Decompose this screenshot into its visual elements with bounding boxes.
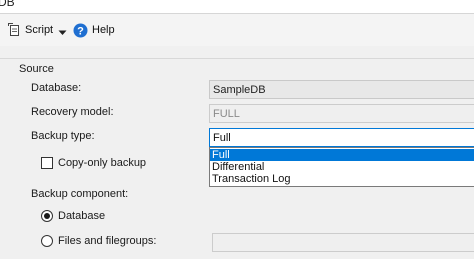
script-dropdown-button[interactable] [58,14,67,46]
backup-type-label: Backup type: [31,130,95,142]
toolbar: Script ? Help [0,14,474,46]
recovery-model-value: FULL [213,107,240,120]
backup-component-label: Backup component: [31,188,129,200]
help-button[interactable]: ? Help [73,14,115,46]
backup-type-value: Full [213,131,231,144]
component-files-label: Files and filegroups: [58,235,157,247]
svg-text:?: ? [77,25,84,37]
window-title-bar: DB [0,0,474,14]
component-files-radio[interactable] [41,235,53,247]
section-divider [0,58,474,59]
backup-type-option-transaction-log[interactable]: Transaction Log [210,173,474,185]
database-field: SampleDB [209,80,474,99]
source-section-title: Source [19,63,54,75]
script-label: Script [25,24,54,36]
chevron-down-icon [58,27,67,35]
backup-type-option-full[interactable]: Full [210,149,474,161]
window-title: DB [0,0,15,9]
script-icon [8,23,21,37]
backup-type-option-differential[interactable]: Differential [210,161,474,173]
component-database-radio[interactable] [41,210,53,222]
backup-type-combobox[interactable]: Full [209,128,474,147]
help-icon: ? [73,23,88,38]
recovery-model-label: Recovery model: [31,106,114,118]
database-value: SampleDB [213,83,266,96]
script-button[interactable]: Script [8,14,53,46]
files-filegroups-field [212,233,474,252]
help-label: Help [92,24,115,36]
copy-only-checkbox[interactable] [41,157,53,169]
copy-only-label: Copy-only backup [58,157,147,169]
component-database-label: Database [58,210,106,222]
database-label: Database: [31,82,82,94]
recovery-model-field: FULL [209,104,474,123]
backup-type-dropdown-list: Full Differential Transaction Log [209,147,474,187]
